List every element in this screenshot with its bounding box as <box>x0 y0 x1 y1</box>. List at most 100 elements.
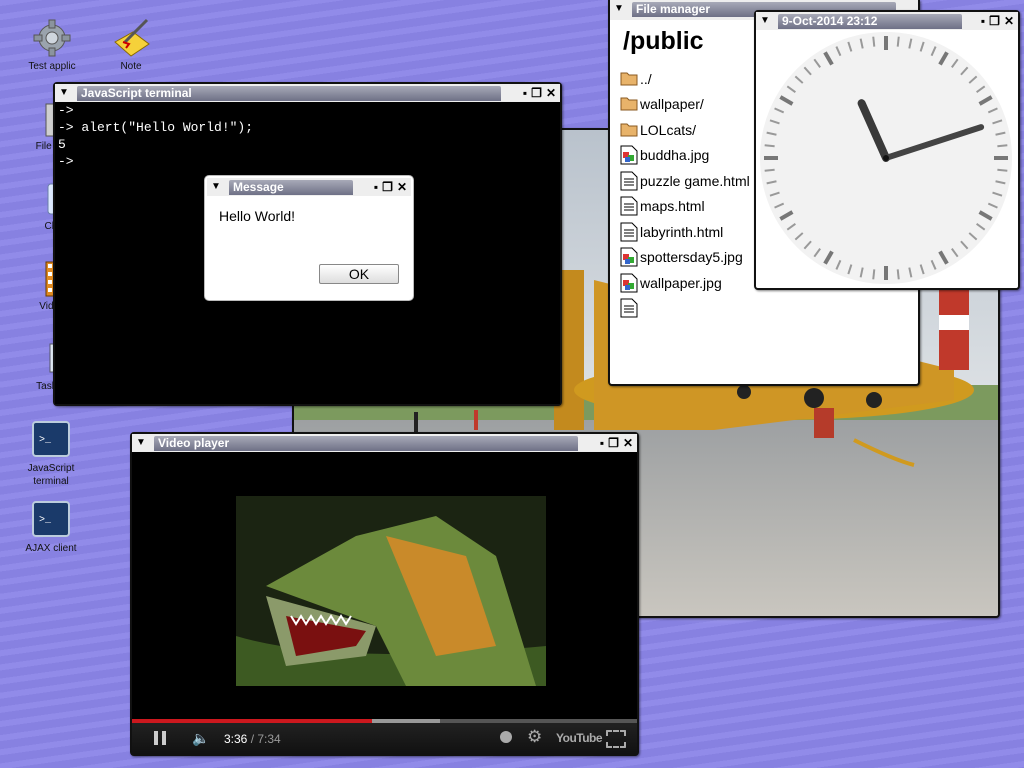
file-list-item[interactable]: wallpaper.jpg <box>620 270 750 296</box>
maximize-icon[interactable]: ❐ <box>608 436 619 450</box>
window-title: Video player <box>154 436 578 451</box>
clock-tick <box>872 269 876 280</box>
file-name: wallpaper.jpg <box>640 274 722 291</box>
file-name: wallpaper/ <box>640 96 704 113</box>
file-list-item[interactable]: maps.html <box>620 194 750 220</box>
duration: 7:34 <box>257 732 281 746</box>
terminal-line: 5 <box>58 137 66 152</box>
close-icon[interactable]: ✕ <box>1004 14 1014 28</box>
terminal-icon: >_ <box>31 420 71 460</box>
file-list: /public ../ wallpaper/LOLcats/buddha.jpg p… <box>620 24 750 321</box>
image-file-icon <box>620 145 638 165</box>
clock-window[interactable]: ▼ 9-Oct-2014 23:12 ▪ ❐ ✕ <box>754 10 1020 290</box>
document-file-icon <box>620 298 638 318</box>
youtube-logo[interactable]: YouTube <box>556 731 603 745</box>
file-name: buddha.jpg <box>640 147 710 164</box>
file-name: ../ <box>640 70 652 87</box>
video-player-window[interactable]: ▼ Video player ▪ ❐ ✕ 🔈 3:36 / 7:34 ⚙ You… <box>130 432 639 756</box>
title-bar[interactable]: ▼ Video player ▪ ❐ ✕ <box>132 434 637 452</box>
file-list-item[interactable]: wallpaper/ <box>620 92 750 118</box>
terminal-line: -> <box>58 103 74 118</box>
file-list-item[interactable]: puzzle game.html <box>620 168 750 194</box>
clock-tick <box>764 168 775 172</box>
maximize-icon[interactable]: ❐ <box>989 14 1000 28</box>
minimize-icon[interactable]: ▪ <box>374 180 378 194</box>
pause-icon[interactable] <box>154 731 168 745</box>
clock-tick <box>997 168 1008 172</box>
file-list-item[interactable]: spottersday5.jpg <box>620 245 750 271</box>
close-icon[interactable]: ✕ <box>623 436 633 450</box>
desktop-icon-javascript-terminal[interactable]: >_ JavaScript terminal <box>13 420 89 488</box>
clock-tick <box>896 269 900 280</box>
minimize-icon[interactable]: ▪ <box>600 436 604 450</box>
window-menu-icon[interactable]: ▼ <box>58 87 70 99</box>
clock-tick <box>896 36 900 47</box>
file-list-item[interactable]: buddha.jpg <box>620 143 750 169</box>
close-icon[interactable]: ✕ <box>397 180 407 194</box>
folder-icon <box>620 94 638 114</box>
document-file-icon <box>620 171 638 191</box>
terminal-line: -> alert("Hello World!"); <box>58 120 254 135</box>
file-name: maps.html <box>640 198 705 215</box>
document-file-icon <box>620 196 638 216</box>
icon-label: Note <box>120 61 142 72</box>
clock-tick <box>872 36 876 47</box>
message-dialog[interactable]: ▼ Message ▪ ❐ ✕ Hello World! OK <box>205 176 413 300</box>
window-title: Message <box>229 180 353 195</box>
fullscreen-icon[interactable] <box>606 730 626 748</box>
time-separator: / <box>247 732 258 746</box>
file-name: LOLcats/ <box>640 121 697 138</box>
video-controls: 🔈 3:36 / 7:34 ⚙ YouTube <box>132 719 637 754</box>
clock-tick <box>764 144 775 148</box>
window-menu-icon[interactable]: ▼ <box>613 3 625 15</box>
title-bar[interactable]: ▼ Message ▪ ❐ ✕ <box>207 178 411 196</box>
folder-icon <box>620 120 638 140</box>
title-bar[interactable]: ▼ JavaScript terminal ▪ ❐ ✕ <box>55 84 560 102</box>
close-icon[interactable]: ✕ <box>546 86 556 100</box>
icon-label: AJAX client <box>25 543 77 554</box>
file-list-item[interactable]: labyrinth.html <box>620 219 750 245</box>
file-list-item[interactable]: LOLcats/ <box>620 117 750 143</box>
file-list-item[interactable]: ../ <box>620 66 750 92</box>
video-frame <box>236 496 546 686</box>
folder-icon <box>620 69 638 89</box>
time-display: 3:36 / 7:34 <box>224 732 281 746</box>
gear-icon <box>32 18 72 58</box>
ok-button[interactable]: OK <box>319 264 399 284</box>
window-title: JavaScript terminal <box>77 86 501 101</box>
current-path: /public <box>623 27 704 55</box>
minimize-icon[interactable]: ▪ <box>981 14 985 28</box>
note-icon <box>111 18 151 58</box>
watch-later-icon[interactable] <box>500 731 512 743</box>
window-menu-icon[interactable]: ▼ <box>210 181 222 193</box>
svg-text:>_: >_ <box>39 435 52 446</box>
svg-text:>_: >_ <box>39 515 52 526</box>
file-name: spottersday5.jpg <box>640 249 743 266</box>
desktop-icon-ajax-client[interactable]: >_ AJAX client <box>13 500 89 555</box>
window-menu-icon[interactable]: ▼ <box>759 15 771 27</box>
image-file-icon <box>620 247 638 267</box>
played-bar <box>132 719 372 723</box>
maximize-icon[interactable]: ❐ <box>531 86 542 100</box>
analog-clock-face <box>760 32 1012 284</box>
file-list-item[interactable] <box>620 296 750 322</box>
window-title: 9-Oct-2014 23:12 <box>778 14 962 29</box>
volume-icon[interactable]: 🔈 <box>192 730 209 747</box>
file-name: labyrinth.html <box>640 223 724 240</box>
minimize-icon[interactable]: ▪ <box>523 86 527 100</box>
clock-tick <box>997 144 1008 148</box>
message-text: Hello World! <box>219 208 295 224</box>
image-file-icon <box>620 273 638 293</box>
terminal-line: -> <box>58 154 74 169</box>
desktop-icon-note[interactable]: Note <box>93 18 169 73</box>
desktop-icon-test-application[interactable]: Test applic <box>14 18 90 73</box>
title-bar[interactable]: ▼ 9-Oct-2014 23:12 ▪ ❐ ✕ <box>756 12 1018 30</box>
icon-label: JavaScript terminal <box>27 463 75 487</box>
window-menu-icon[interactable]: ▼ <box>135 437 147 449</box>
video-area[interactable]: 🔈 3:36 / 7:34 ⚙ YouTube <box>132 452 637 754</box>
settings-gear-icon[interactable]: ⚙ <box>527 727 542 747</box>
progress-track[interactable] <box>132 719 637 723</box>
terminal-icon: >_ <box>31 500 71 540</box>
maximize-icon[interactable]: ❐ <box>382 180 393 194</box>
document-file-icon <box>620 222 638 242</box>
